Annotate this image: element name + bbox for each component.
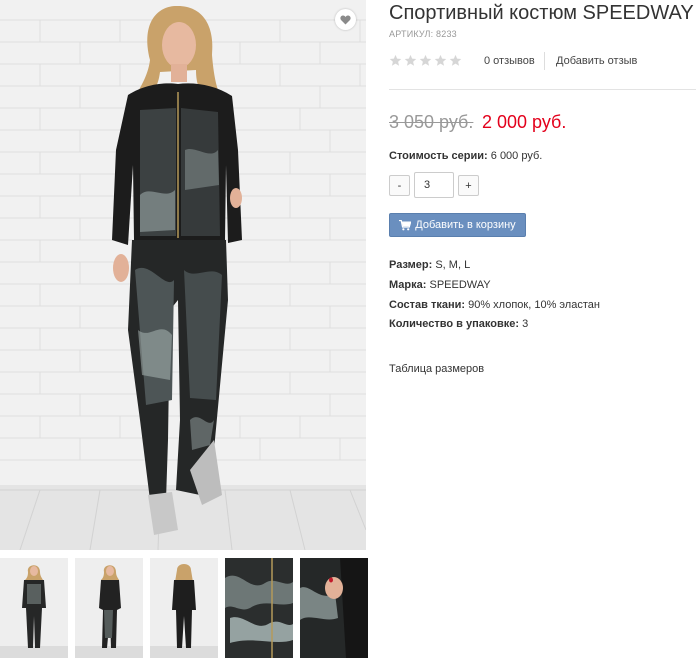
series-cost-value: 6 000 руб. [490,150,543,162]
spec-label: Марка: [389,279,427,291]
thumbnail-3[interactable] [150,558,218,658]
current-price: 2 000 руб. [482,112,567,132]
thumbnail-1[interactable] [0,558,68,658]
add-to-cart-label: Добавить в корзину [415,219,516,231]
series-cost-label: Стоимость серии: [389,150,488,162]
product-title: Спортивный костюм SPEEDWAY [389,2,694,24]
star-icon[interactable] [419,54,432,67]
spec-size: Размер: S, M, L [389,259,470,271]
add-review-link[interactable]: Добавить отзыв [556,55,637,67]
star-icon[interactable] [389,54,402,67]
rating-stars [389,54,462,67]
quantity-input[interactable] [414,172,454,198]
product-sku: АРТИКУЛ: 8233 [389,29,457,39]
main-product-photo[interactable] [0,0,366,550]
spec-label: Количество в упаковке: [389,318,519,330]
product-photo-image [0,0,366,550]
section-divider [389,89,696,90]
spec-fabric: Состав ткани: 90% хлопок, 10% эластан [389,299,600,311]
add-to-cart-button[interactable]: Добавить в корзину [389,213,526,237]
thumbnail-4[interactable] [225,558,293,658]
size-table-link[interactable]: Таблица размеров [389,363,484,375]
spec-brand: Марка: SPEEDWAY [389,279,491,291]
star-icon[interactable] [404,54,417,67]
quantity-increase-button[interactable]: + [458,175,479,196]
star-icon[interactable] [434,54,447,67]
spec-label: Размер: [389,259,433,271]
quantity-decrease-button[interactable]: - [389,175,410,196]
reviews-count-link[interactable]: 0 отзывов [484,55,535,67]
spec-label: Состав ткани: [389,299,466,311]
old-price: 3 050 руб. [389,112,474,132]
series-cost: Стоимость серии: 6 000 руб. [389,150,542,162]
heart-icon [340,14,351,25]
spec-value: 90% хлопок, 10% эластан [468,299,600,311]
star-icon[interactable] [449,54,462,67]
thumbnail-2[interactable] [75,558,143,658]
spec-pack-quantity: Количество в упаковке: 3 [389,318,528,330]
spec-value: SPEEDWAY [429,279,491,291]
spec-value: S, M, L [435,259,471,271]
add-to-favorites-button[interactable] [335,9,356,30]
spec-value: 3 [522,318,529,330]
cart-icon [399,219,412,230]
thumbnail-strip [0,558,370,658]
reviews-divider [544,52,545,70]
thumbnail-5[interactable] [300,558,368,658]
